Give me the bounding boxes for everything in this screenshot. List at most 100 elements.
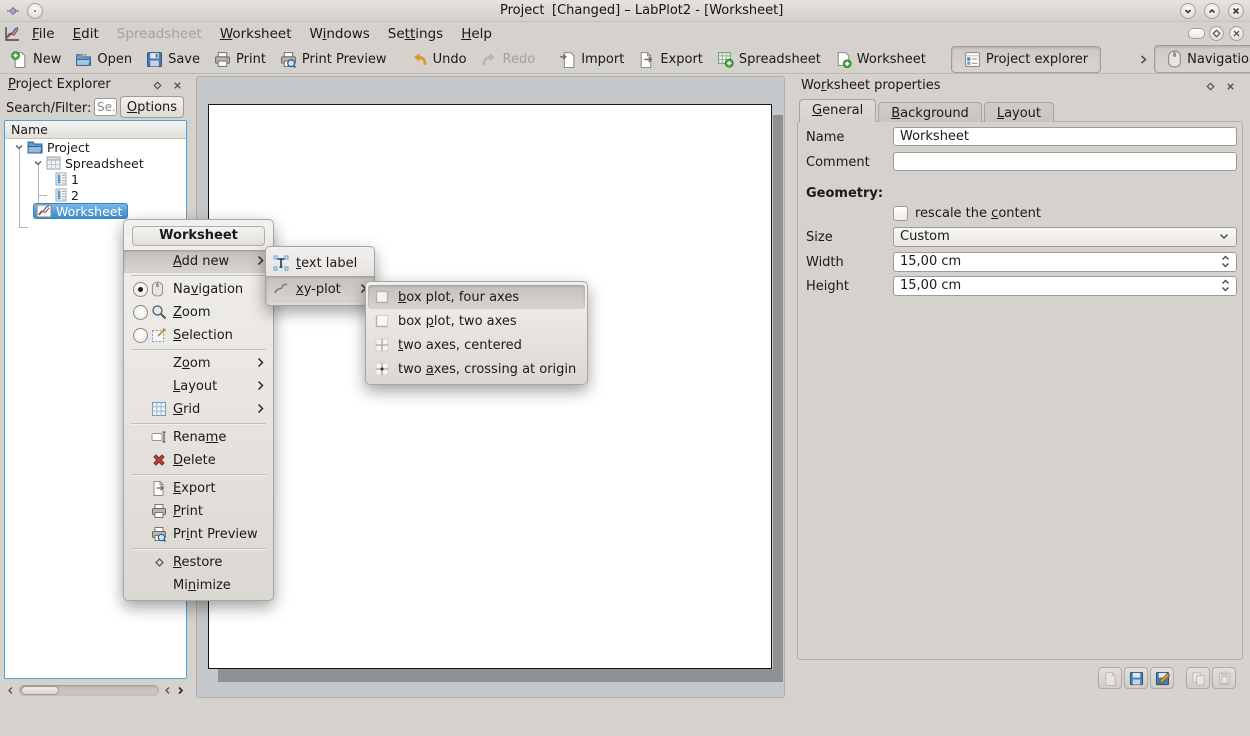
menu-item-add-new[interactable]: Add new: [124, 250, 273, 273]
spin-arrows-icon[interactable]: [1221, 255, 1230, 268]
import-button[interactable]: Import: [552, 48, 631, 71]
menu-item-zoom-submenu[interactable]: Zoom: [124, 352, 273, 375]
horizontal-scrollbar[interactable]: [4, 683, 187, 698]
menu-item-grid-submenu[interactable]: Grid: [124, 398, 273, 421]
menu-windows[interactable]: Windows: [301, 23, 379, 45]
minimize-button[interactable]: [1180, 3, 1196, 19]
close-button[interactable]: [1228, 3, 1244, 19]
open-folder-icon: [75, 51, 92, 68]
size-combobox[interactable]: Custom: [893, 227, 1237, 247]
menu-item-minimize[interactable]: Minimize: [124, 574, 273, 597]
mdi-restore-button[interactable]: [1209, 26, 1224, 41]
copy-button: [1186, 667, 1210, 689]
template-save-as-button[interactable]: [1150, 667, 1174, 689]
open-button[interactable]: Open: [68, 48, 139, 71]
radio-unchecked-icon[interactable]: [133, 328, 148, 343]
scroll-left-icon[interactable]: [161, 684, 174, 697]
tab-background[interactable]: Background: [878, 102, 982, 122]
dock-close-icon[interactable]: [1224, 80, 1236, 92]
search-filter-input[interactable]: Se.: [94, 98, 117, 116]
menu-item-delete[interactable]: Delete: [124, 449, 273, 472]
mdi-close-button[interactable]: [1229, 26, 1244, 41]
export-button[interactable]: Export: [631, 48, 710, 71]
restore-diamond-icon: [154, 557, 165, 568]
rescale-content-checkbox[interactable]: [893, 206, 908, 221]
tree-column-header[interactable]: Name: [5, 121, 186, 139]
tree-item-worksheet[interactable]: Worksheet: [5, 203, 186, 219]
scroll-left-icon[interactable]: [4, 684, 17, 697]
print-button[interactable]: Print: [207, 48, 273, 71]
width-spinbox[interactable]: 15,00 cm: [893, 252, 1237, 272]
scroll-right-icon[interactable]: [174, 684, 187, 697]
comment-field[interactable]: [893, 152, 1237, 171]
menu-item-print-preview[interactable]: Print Preview: [124, 523, 273, 546]
column-icon: [55, 172, 67, 186]
tree-item-column-2[interactable]: 2: [5, 187, 186, 203]
menu-file[interactable]: File: [23, 23, 64, 45]
radio-checked-icon[interactable]: [133, 282, 148, 297]
tab-general[interactable]: General: [799, 99, 876, 122]
menu-item-layout-submenu[interactable]: Layout: [124, 375, 273, 398]
worksheet-icon: [835, 51, 852, 68]
expander-chevron-icon[interactable]: [32, 160, 44, 166]
menu-help[interactable]: Help: [452, 23, 501, 45]
tab-layout[interactable]: Layout: [984, 102, 1054, 122]
maximize-button[interactable]: [1204, 3, 1220, 19]
menu-item-print[interactable]: Print: [124, 500, 273, 523]
print-preview-button[interactable]: Print Preview: [273, 48, 394, 71]
menu-worksheet[interactable]: Worksheet: [211, 23, 301, 45]
size-label: Size: [806, 230, 833, 245]
project-explorer-toggle[interactable]: Project explorer: [951, 46, 1101, 73]
keep-above-button[interactable]: [27, 3, 43, 19]
new-spreadsheet-button[interactable]: Spreadsheet: [710, 48, 828, 71]
toolbar-extension-arrow[interactable]: [1139, 54, 1148, 65]
menu-item-zoom-mode[interactable]: Zoom: [124, 301, 273, 324]
menu-item-two-axes-crossing-origin[interactable]: two axes, crossing at origin: [366, 357, 587, 381]
geometry-heading: Geometry:: [806, 186, 883, 201]
undo-button[interactable]: Undo: [404, 48, 474, 71]
mdi-shade-button[interactable]: [1188, 28, 1205, 39]
menu-item-restore[interactable]: Restore: [124, 551, 273, 574]
menu-item-two-axes-centered[interactable]: two axes, centered: [366, 333, 587, 357]
dock-float-icon[interactable]: [151, 79, 163, 91]
height-spinbox[interactable]: 15,00 cm: [893, 276, 1237, 296]
dock-close-icon[interactable]: [171, 79, 183, 91]
menu-item-navigation-mode[interactable]: Navigation: [124, 278, 273, 301]
scrollbar-track[interactable]: [19, 685, 159, 696]
spin-arrows-icon[interactable]: [1221, 279, 1230, 292]
expander-chevron-icon[interactable]: [13, 144, 25, 150]
menu-item-rename[interactable]: Rename: [124, 426, 273, 449]
new-worksheet-button[interactable]: Worksheet: [828, 48, 933, 71]
delete-icon: [151, 452, 167, 468]
worksheet-view[interactable]: [196, 76, 785, 698]
window-menu-icon[interactable]: [6, 4, 20, 18]
menu-item-text-label[interactable]: text label: [266, 250, 374, 276]
menu-edit[interactable]: Edit: [64, 23, 108, 45]
redo-icon: [481, 51, 498, 68]
window-title-app: Project: [500, 3, 544, 18]
new-button[interactable]: New: [4, 48, 68, 71]
menu-item-box-plot-four-axes[interactable]: box plot, four axes: [368, 285, 585, 309]
tree-item-column-1[interactable]: 1: [5, 171, 186, 187]
options-button[interactable]: Options: [120, 96, 184, 118]
tree-item-project[interactable]: Project: [5, 139, 186, 155]
scrollbar-thumb[interactable]: [21, 686, 59, 695]
menu-item-selection-mode[interactable]: Selection: [124, 324, 273, 347]
worksheet-page[interactable]: [208, 104, 772, 669]
save-button[interactable]: Save: [139, 48, 207, 71]
submenu-arrow-icon: [257, 255, 264, 266]
selection-icon: [151, 327, 167, 343]
menu-item-box-plot-two-axes[interactable]: box plot, two axes: [366, 309, 587, 333]
print-preview-icon: [151, 526, 167, 542]
mouse-icon: [1167, 50, 1182, 68]
menu-item-xy-plot[interactable]: xy-plot: [266, 276, 374, 302]
dock-float-icon[interactable]: [1204, 80, 1216, 92]
radio-unchecked-icon[interactable]: [133, 305, 148, 320]
template-save-button[interactable]: [1124, 667, 1148, 689]
plot-two-axes-icon: [374, 313, 390, 329]
name-field[interactable]: Worksheet: [893, 127, 1237, 146]
navigation-toggle[interactable]: Navigation: [1154, 45, 1250, 73]
menu-settings[interactable]: Settings: [379, 23, 452, 45]
tree-item-spreadsheet[interactable]: Spreadsheet: [5, 155, 186, 171]
menu-item-export[interactable]: Export: [124, 477, 273, 500]
